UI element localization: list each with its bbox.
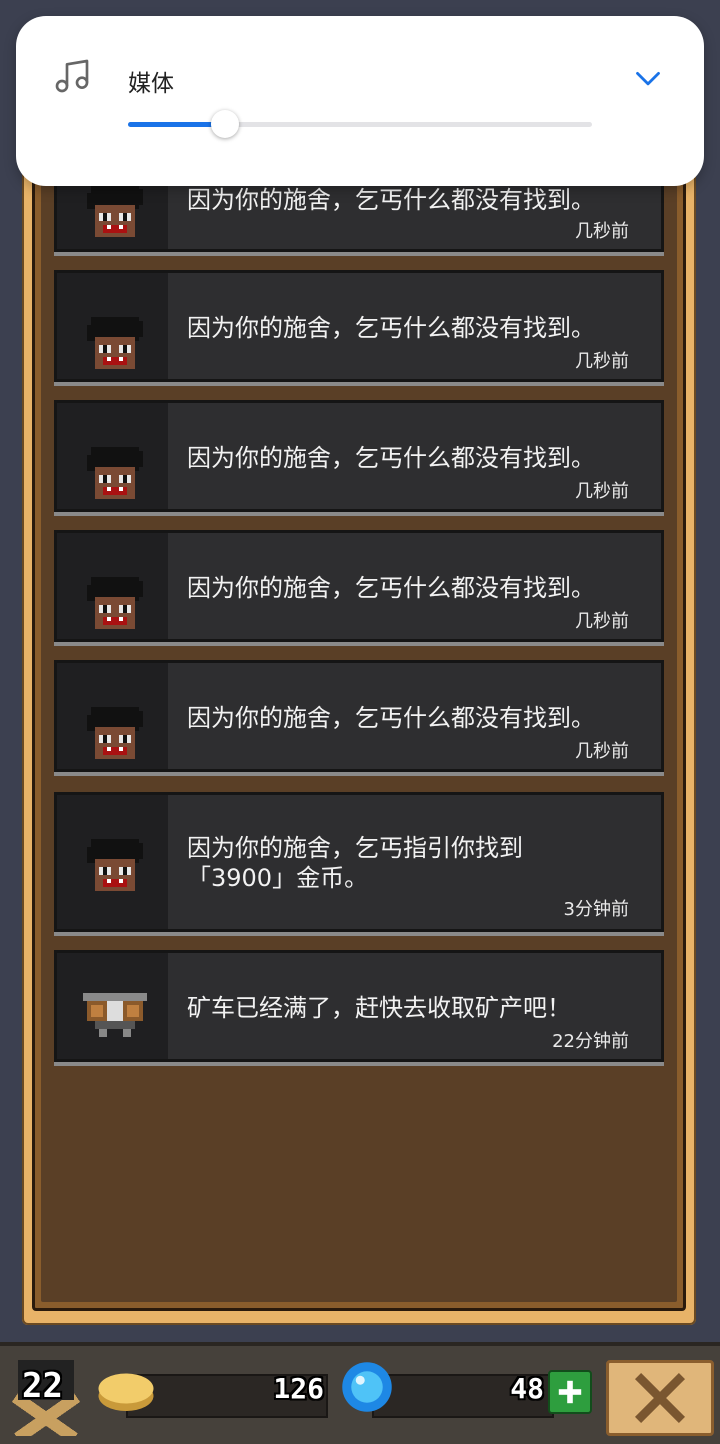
beggar-icon	[87, 185, 143, 237]
message-text: 因为你的施舍，乞丐什么都没有找到。	[187, 314, 595, 342]
bottom-resource-bar: 22 126 48	[0, 1342, 720, 1444]
music-note-icon	[55, 59, 89, 93]
media-volume-slider[interactable]	[128, 110, 592, 138]
message-item[interactable]: 矿车已经满了，赶快去收取矿产吧！ 22分钟前	[54, 950, 664, 1062]
beggar-icon	[87, 447, 143, 499]
gem-count: 48	[510, 1372, 544, 1405]
beggar-icon	[87, 839, 143, 891]
message-text: 矿车已经满了，赶快去收取矿产吧！	[187, 994, 571, 1022]
beggar-icon	[87, 707, 143, 759]
message-text: 因为你的施舍，乞丐什么都没有找到。	[187, 574, 595, 602]
message-avatar-cell	[57, 273, 168, 379]
media-volume-panel: 媒体	[16, 16, 704, 186]
message-time: 几秒前	[575, 611, 629, 632]
message-time: 几秒前	[575, 741, 629, 762]
message-item[interactable]: 因为你的施舍，乞丐什么都没有找到。 几秒前	[54, 530, 664, 642]
message-avatar-cell	[57, 795, 168, 929]
minecart-icon	[83, 993, 147, 1037]
message-time: 几秒前	[575, 221, 629, 242]
message-item[interactable]: 因为你的施舍，乞丐什么都没有找到。 几秒前	[54, 270, 664, 382]
message-time: 几秒前	[575, 481, 629, 502]
message-text: 因为你的施舍，乞丐什么都没有找到。	[187, 186, 595, 214]
message-avatar-cell	[57, 663, 168, 769]
chevron-down-icon[interactable]	[634, 64, 662, 92]
add-gems-button[interactable]	[548, 1370, 592, 1414]
beggar-icon	[87, 317, 143, 369]
gem-icon	[342, 1362, 392, 1412]
message-item[interactable]: 因为你的施舍，乞丐什么都没有找到。 几秒前	[54, 660, 664, 772]
message-avatar-cell	[57, 403, 168, 509]
message-text-line: 「3900」金币。	[187, 864, 369, 892]
message-time: 3分钟前	[563, 899, 629, 920]
close-button[interactable]	[606, 1360, 714, 1436]
message-item[interactable]: 因为你的施舍，乞丐指引你找到 「3900」金币。 3分钟前	[54, 792, 664, 932]
coin-count: 126	[273, 1372, 324, 1405]
beggar-icon	[87, 577, 143, 629]
message-text: 因为你的施舍，乞丐指引你找到 「3900」金币。	[187, 833, 633, 893]
plus-icon	[558, 1380, 582, 1404]
message-text: 因为你的施舍，乞丐什么都没有找到。	[187, 444, 595, 472]
message-avatar-cell	[57, 533, 168, 639]
message-item[interactable]: 因为你的施舍，乞丐什么都没有找到。 几秒前	[54, 400, 664, 512]
message-time: 几秒前	[575, 351, 629, 372]
media-label: 媒体	[128, 71, 174, 97]
message-text: 因为你的施舍，乞丐什么都没有找到。	[187, 704, 595, 732]
message-text-line: 因为你的施舍，乞丐指引你找到	[187, 834, 523, 862]
media-volume-thumb[interactable]	[211, 110, 240, 138]
coin-icon	[98, 1373, 154, 1411]
message-avatar-cell	[57, 953, 168, 1059]
close-icon	[634, 1372, 686, 1424]
message-time: 22分钟前	[552, 1031, 629, 1052]
player-level: 22	[22, 1366, 63, 1406]
